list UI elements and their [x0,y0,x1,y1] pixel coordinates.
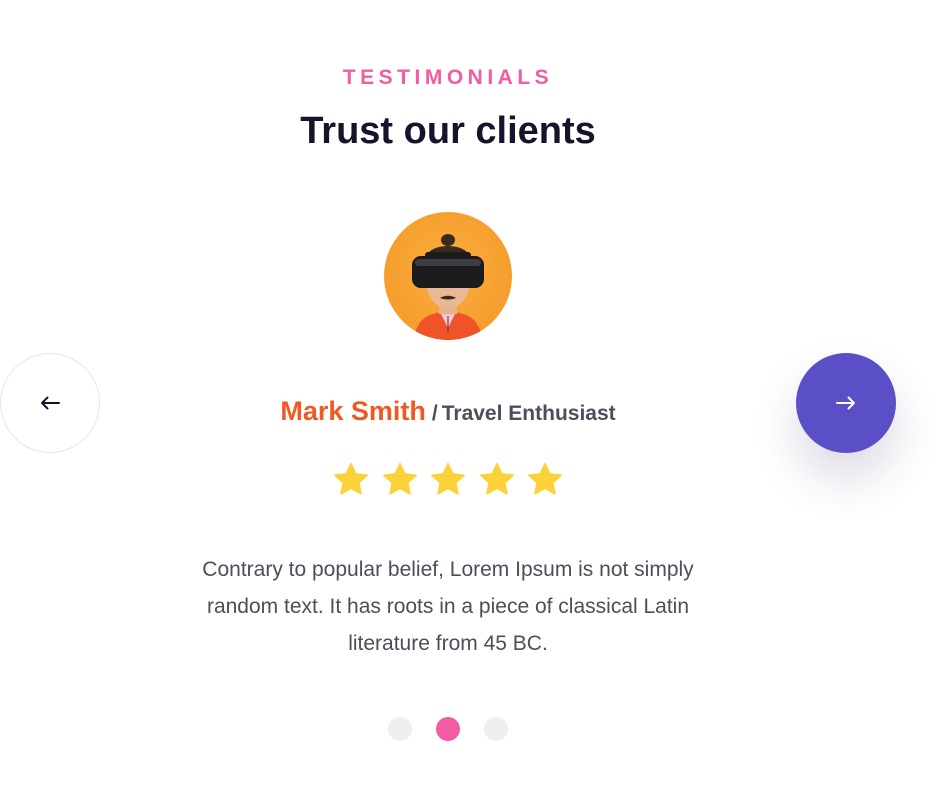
star-icon [431,462,465,495]
author-role: Travel Enthusiast [441,402,616,425]
pagination-dot[interactable] [388,717,412,741]
star-icon [334,462,368,495]
author-separator: / [431,402,438,425]
section-eyebrow: TESTIMONIALS [342,66,554,89]
pagination-dots [388,717,508,741]
author-name: Mark Smith [280,396,426,426]
section-title: Trust our clients [300,110,596,152]
star-icon [479,462,514,495]
avatar-photo [384,212,512,340]
star-icon [382,462,417,495]
pagination-dot[interactable] [436,717,460,741]
avatar [384,212,512,340]
star-rating [332,462,564,496]
pagination-dot[interactable] [484,717,508,741]
testimonial-quote: Contrary to popular belief, Lorem Ipsum … [202,558,694,655]
testimonial-author: Mark Smith / Travel Enthusiast [0,396,896,427]
star-icon [528,462,562,495]
